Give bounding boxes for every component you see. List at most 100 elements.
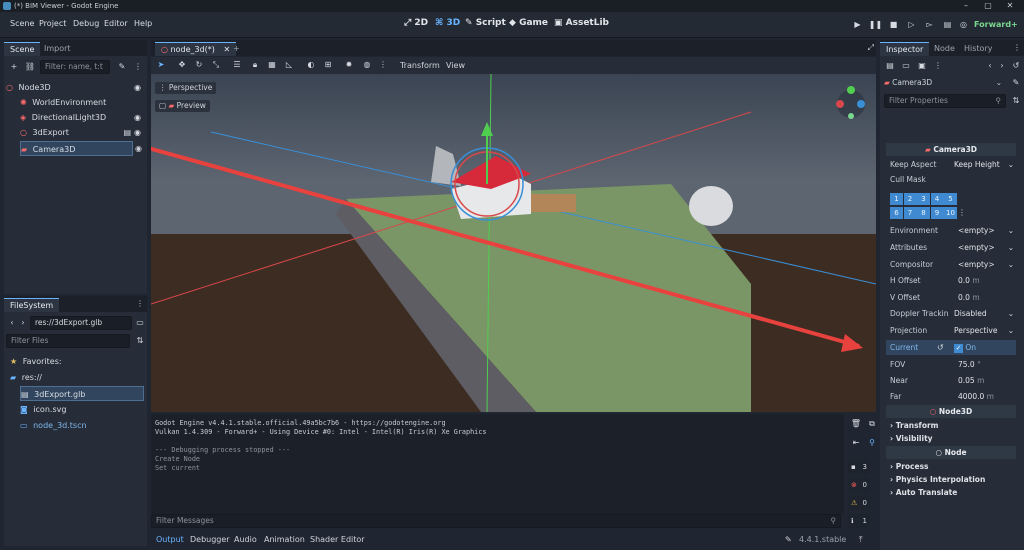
mode-game-button[interactable]: ◆ Game: [509, 18, 548, 28]
split-view-icon[interactable]: ▭: [134, 317, 146, 329]
filter-messages-input[interactable]: Filter Messages ⚲: [151, 514, 841, 528]
cull-layer-8[interactable]: 8: [917, 207, 930, 219]
sun-icon[interactable]: ✹: [343, 59, 355, 71]
tab-scene[interactable]: Scene: [4, 42, 41, 56]
3d-viewport[interactable]: ⋮ Perspective ▢ ▰ Preview: [151, 74, 876, 412]
layers-menu-icon[interactable]: ⋮: [958, 208, 966, 217]
more-icon[interactable]: ⋮: [377, 59, 389, 71]
copy-output-icon[interactable]: ⧉: [866, 418, 878, 430]
cull-layer-5[interactable]: 5: [944, 193, 957, 205]
renderer-selector[interactable]: Forward+: [974, 20, 1018, 29]
cull-layer-9[interactable]: 9: [930, 207, 944, 219]
tree-node-camera3d[interactable]: ▰ Camera3D: [20, 141, 133, 156]
snap-icon[interactable]: ⊞: [322, 59, 334, 71]
open-resource-icon[interactable]: ▭: [900, 60, 912, 72]
menu-debug[interactable]: Debug: [73, 19, 99, 28]
open-scene-icon[interactable]: ▤: [123, 125, 131, 140]
process-group[interactable]: › Process: [886, 460, 1016, 473]
stop-icon[interactable]: ■: [886, 17, 901, 32]
warning-count-badge[interactable]: ⚠ 0: [848, 496, 870, 510]
visibility-eye-icon[interactable]: ◉: [134, 110, 141, 125]
object-history-icon[interactable]: ↺: [1010, 60, 1022, 72]
path-input[interactable]: res://3dExport.glb: [30, 316, 132, 330]
transform-group[interactable]: › Transform: [886, 419, 1016, 432]
doppler-select[interactable]: Disabled ⌄: [954, 307, 1014, 321]
cull-layer-3[interactable]: 3: [917, 193, 930, 205]
far-field[interactable]: 4000.0 m: [958, 390, 1014, 404]
select-tool-icon[interactable]: ➤: [155, 59, 167, 71]
pause-icon[interactable]: ❚❚: [868, 17, 883, 32]
keep-aspect-select[interactable]: Keep Height ⌄: [954, 158, 1014, 172]
forward-icon[interactable]: ›: [17, 317, 29, 329]
transform-menu[interactable]: Transform: [400, 61, 440, 70]
favorites-row[interactable]: ★ Favorites:: [10, 354, 62, 369]
revert-icon[interactable]: ↺: [937, 343, 944, 352]
tab-debugger[interactable]: Debugger: [190, 535, 230, 544]
tab-history[interactable]: History: [958, 42, 998, 56]
fov-field[interactable]: 75.0 °: [958, 358, 1012, 372]
environment-picker[interactable]: <empty> ⌄: [958, 224, 1014, 238]
preview-toggle[interactable]: ▢ ▰ Preview: [155, 100, 210, 112]
history-back-icon[interactable]: ‹: [984, 60, 996, 72]
file-node3d-tscn[interactable]: ▭ node_3d.tscn: [20, 418, 87, 433]
v-offset-field[interactable]: 0.0 m: [958, 291, 1014, 305]
ruler-icon[interactable]: ◺: [283, 59, 295, 71]
panel-menu-icon[interactable]: ⋮: [1013, 43, 1021, 52]
attributes-picker[interactable]: <empty> ⌄: [958, 241, 1014, 255]
play-custom-icon[interactable]: ▻: [922, 17, 937, 32]
more-icon[interactable]: ⋮: [932, 60, 944, 72]
lock-icon[interactable]: 🔒︎: [249, 59, 261, 71]
tab-inspector[interactable]: Inspector: [880, 42, 930, 56]
tab-node3d-scene[interactable]: ○ node_3d(*) ✕: [155, 42, 237, 56]
tree-node-node3d[interactable]: ○ Node3D ◉: [6, 80, 145, 95]
panel-menu-icon[interactable]: ⋮: [136, 299, 144, 308]
move-tool-icon[interactable]: ✥: [176, 59, 188, 71]
cull-layer-4[interactable]: 4: [930, 193, 944, 205]
error-count-badge[interactable]: ⊗ 0: [848, 478, 870, 492]
clear-output-icon[interactable]: 🗑︎: [850, 418, 862, 430]
tab-import[interactable]: Import: [38, 42, 77, 56]
visibility-eye-icon[interactable]: ◉: [135, 144, 142, 153]
menu-editor[interactable]: Editor: [104, 19, 128, 28]
scene-menu-icon[interactable]: ⋮: [132, 61, 144, 73]
auto-translate-group[interactable]: › Auto Translate: [886, 486, 1016, 499]
filter-properties-input[interactable]: Filter Properties ⚲: [884, 94, 1006, 108]
object-selector[interactable]: ▰ Camera3D ⌄: [884, 76, 1004, 89]
mode-3d-button[interactable]: ⌘ 3D: [435, 18, 460, 28]
environment-icon[interactable]: ◍: [361, 59, 373, 71]
tab-animation[interactable]: Animation: [264, 535, 305, 544]
tab-audio[interactable]: Audio: [234, 535, 257, 544]
file-icon-svg[interactable]: ◙ icon.svg: [20, 402, 66, 417]
add-tab-icon[interactable]: +: [227, 42, 246, 56]
script-icon[interactable]: ✎: [116, 61, 128, 73]
projection-select[interactable]: Perspective ⌄: [954, 324, 1014, 338]
visibility-eye-icon[interactable]: ◉: [134, 125, 141, 140]
movie-icon[interactable]: ▤: [940, 17, 955, 32]
expand-panel-icon[interactable]: ⤒: [859, 535, 863, 545]
rotate-tool-icon[interactable]: ↻: [193, 59, 205, 71]
scene-filter-input[interactable]: Filter: name, t:t: [40, 60, 110, 74]
cull-layer-6[interactable]: 6: [890, 207, 903, 219]
tab-output[interactable]: Output: [156, 535, 184, 544]
collapse-icon[interactable]: ⇤: [850, 437, 862, 449]
sort-icon[interactable]: ⇅: [134, 335, 146, 347]
new-resource-icon[interactable]: ▤: [884, 60, 896, 72]
res-root-row[interactable]: ▰ res://: [10, 370, 42, 385]
physics-interpolation-group[interactable]: › Physics Interpolation: [886, 473, 1016, 486]
menu-scene[interactable]: Scene: [10, 19, 34, 28]
message-count-badge[interactable]: ▪ 3: [848, 460, 870, 474]
local-space-icon[interactable]: ◐: [305, 59, 317, 71]
filter-files-input[interactable]: Filter Files: [6, 334, 130, 348]
tree-node-worldenvironment[interactable]: ✺ WorldEnvironment: [20, 95, 145, 110]
mode-2d-button[interactable]: ⤢ 2D: [404, 18, 428, 28]
cull-layer-2[interactable]: 2: [903, 193, 917, 205]
visibility-group[interactable]: › Visibility: [886, 432, 1016, 445]
link-icon[interactable]: ⛓: [24, 61, 36, 73]
menu-project[interactable]: Project: [39, 19, 66, 28]
tab-shader-editor[interactable]: Shader Editor: [310, 535, 365, 544]
tab-filesystem[interactable]: FileSystem: [4, 298, 60, 312]
scale-tool-icon[interactable]: ⤡: [210, 59, 222, 71]
maximize-icon[interactable]: ▢: [980, 0, 996, 12]
file-3dexport[interactable]: ▤ 3dExport.glb: [20, 386, 144, 401]
tab-node[interactable]: Node: [928, 42, 961, 56]
